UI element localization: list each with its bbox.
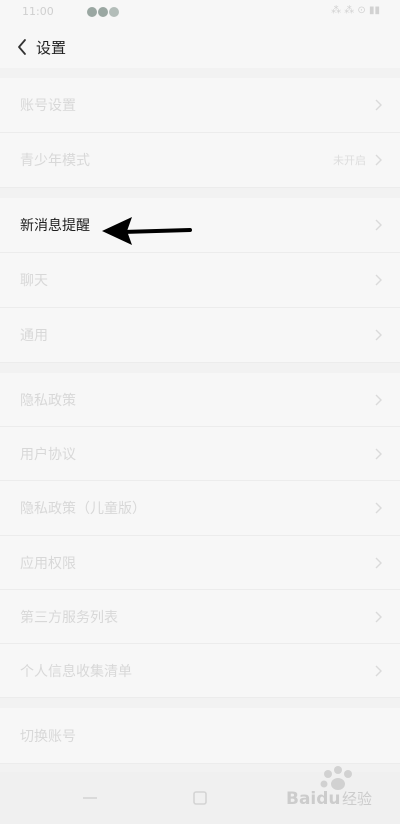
settings-row-app-permissions[interactable]: 应用权限: [0, 536, 400, 590]
settings-row-general[interactable]: 通用: [0, 308, 400, 363]
row-label: 聊天: [20, 273, 48, 289]
notification-icons: [87, 7, 119, 17]
row-label: 第三方服务列表: [20, 609, 118, 626]
settings-row-children-privacy[interactable]: 隐私政策（儿童版）: [0, 481, 400, 536]
status-time: 11:00: [22, 5, 54, 18]
row-label: 青少年模式: [20, 153, 90, 169]
svg-text:Baidu: Baidu: [286, 789, 341, 809]
chevron-right-icon: [375, 329, 382, 341]
chevron-right-icon: [375, 557, 382, 568]
paw-icon: Baidu 经验: [286, 766, 372, 809]
svg-text:经验: 经验: [342, 790, 372, 808]
row-label: 通用: [20, 328, 48, 344]
row-label: 切换账号: [20, 728, 76, 745]
menu-icon[interactable]: [80, 788, 100, 808]
settings-row-switch-account[interactable]: 切换账号: [0, 708, 400, 764]
header: 设置: [0, 26, 400, 68]
row-label: 隐私政策: [20, 392, 76, 409]
status-bar: 11:00 ⁂ ⁂ ⊙ ▮▮: [0, 0, 400, 26]
settings-row-personal-info-list[interactable]: 个人信息收集清单: [0, 644, 400, 698]
row-label: 应用权限: [20, 555, 76, 572]
chevron-right-icon: [375, 99, 382, 111]
settings-row-third-party-services[interactable]: 第三方服务列表: [0, 590, 400, 644]
arrow-left-icon: [102, 217, 192, 245]
settings-row-teen-mode[interactable]: 青少年模式 未开启: [0, 133, 400, 188]
chevron-right-icon: [375, 274, 382, 286]
chevron-right-icon: [375, 154, 382, 166]
row-label: 隐私政策（儿童版）: [20, 501, 146, 517]
status-icons: ⁂ ⁂ ⊙ ▮▮: [331, 5, 380, 16]
chevron-right-icon: [375, 665, 382, 676]
chevron-right-icon: [375, 219, 382, 231]
chevron-right-icon: [375, 611, 382, 622]
back-icon[interactable]: [16, 38, 28, 56]
row-label: 用户协议: [20, 446, 76, 463]
settings-row-account[interactable]: 账号设置: [0, 78, 400, 133]
page-title: 设置: [36, 39, 67, 57]
chevron-right-icon: [375, 394, 382, 405]
chevron-right-icon: [375, 448, 382, 459]
row-label: 账号设置: [20, 98, 76, 114]
chevron-right-icon: [375, 502, 382, 514]
row-value: 未开启: [333, 154, 366, 167]
settings-row-user-agreement[interactable]: 用户协议: [0, 427, 400, 481]
row-label: 个人信息收集清单: [20, 663, 132, 680]
home-icon[interactable]: [190, 788, 210, 808]
row-label: 新消息提醒: [20, 218, 90, 234]
settings-row-privacy-policy[interactable]: 隐私政策: [0, 373, 400, 427]
settings-row-chat[interactable]: 聊天: [0, 253, 400, 308]
settings-row-new-message-alerts[interactable]: 新消息提醒: [0, 198, 400, 253]
